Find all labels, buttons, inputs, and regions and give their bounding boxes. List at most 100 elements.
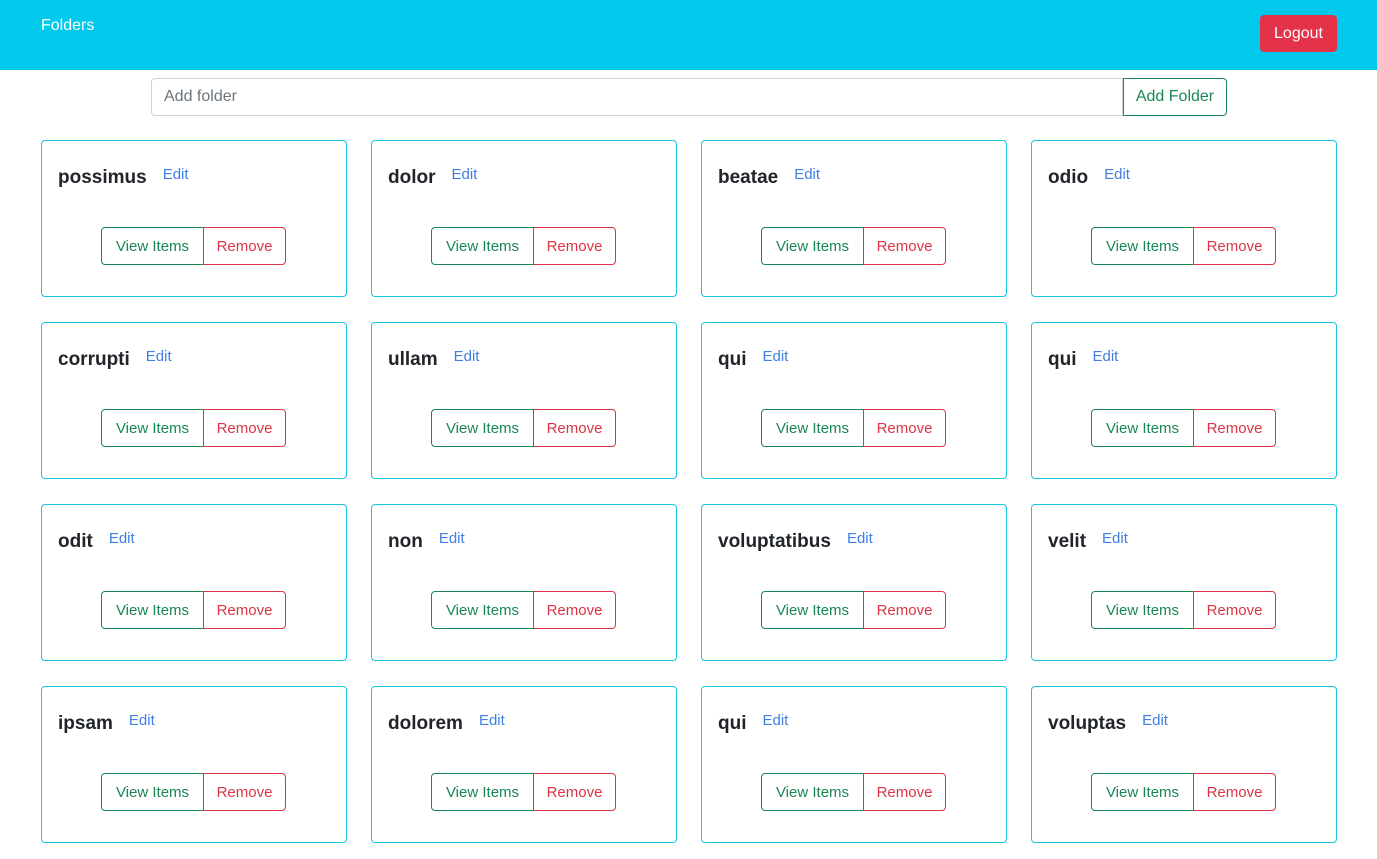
remove-folder-button[interactable]: Remove <box>863 591 946 629</box>
folder-name: qui <box>718 349 747 370</box>
folder-actions: View Items Remove <box>761 591 946 629</box>
folder-card: odio Edit View Items Remove <box>1031 140 1337 297</box>
brand-link[interactable]: Folders <box>41 16 94 36</box>
view-items-button[interactable]: View Items <box>431 227 534 265</box>
view-items-button[interactable]: View Items <box>761 773 864 811</box>
folder-card: voluptatibus Edit View Items Remove <box>701 504 1007 661</box>
folder-card: dolorem Edit View Items Remove <box>371 686 677 843</box>
edit-folder-link[interactable]: Edit <box>129 712 155 729</box>
folder-actions: View Items Remove <box>761 773 946 811</box>
folder-card: corrupti Edit View Items Remove <box>41 322 347 479</box>
folder-card-header: possimus Edit <box>58 166 189 189</box>
remove-folder-button[interactable]: Remove <box>533 773 616 811</box>
remove-folder-button[interactable]: Remove <box>533 227 616 265</box>
edit-folder-link[interactable]: Edit <box>1142 712 1168 729</box>
view-items-button[interactable]: View Items <box>101 227 204 265</box>
folder-card: voluptas Edit View Items Remove <box>1031 686 1337 843</box>
view-items-button[interactable]: View Items <box>101 409 204 447</box>
folder-card: velit Edit View Items Remove <box>1031 504 1337 661</box>
edit-folder-link[interactable]: Edit <box>1093 348 1119 365</box>
folder-card-header: qui Edit <box>1048 348 1119 371</box>
edit-folder-link[interactable]: Edit <box>146 348 172 365</box>
view-items-button[interactable]: View Items <box>101 773 204 811</box>
view-items-button[interactable]: View Items <box>1091 591 1194 629</box>
edit-folder-link[interactable]: Edit <box>763 348 789 365</box>
remove-folder-button[interactable]: Remove <box>203 591 286 629</box>
view-items-button[interactable]: View Items <box>761 409 864 447</box>
view-items-button[interactable]: View Items <box>431 773 534 811</box>
folder-name: possimus <box>58 167 147 188</box>
folder-card-header: odio Edit <box>1048 166 1130 189</box>
edit-folder-link[interactable]: Edit <box>109 530 135 547</box>
remove-folder-button[interactable]: Remove <box>863 409 946 447</box>
folder-name: odio <box>1048 167 1089 188</box>
edit-folder-link[interactable]: Edit <box>163 166 189 183</box>
folder-card-header: voluptatibus Edit <box>718 530 873 553</box>
folder-actions: View Items Remove <box>101 227 286 265</box>
view-items-button[interactable]: View Items <box>1091 409 1194 447</box>
view-items-button[interactable]: View Items <box>1091 227 1194 265</box>
view-items-button[interactable]: View Items <box>761 227 864 265</box>
view-items-button[interactable]: View Items <box>1091 773 1194 811</box>
folder-card-header: non Edit <box>388 530 465 553</box>
view-items-button[interactable]: View Items <box>101 591 204 629</box>
folder-card-header: ullam Edit <box>388 348 480 371</box>
folder-actions: View Items Remove <box>1091 591 1276 629</box>
folder-actions: View Items Remove <box>101 591 286 629</box>
folder-actions: View Items Remove <box>431 591 616 629</box>
view-items-button[interactable]: View Items <box>761 591 864 629</box>
edit-folder-link[interactable]: Edit <box>1104 166 1130 183</box>
folder-card: qui Edit View Items Remove <box>1031 322 1337 479</box>
view-items-button[interactable]: View Items <box>431 409 534 447</box>
folder-card: qui Edit View Items Remove <box>701 322 1007 479</box>
folder-card-header: qui Edit <box>718 348 789 371</box>
folder-name: ullam <box>388 349 438 370</box>
folder-card: qui Edit View Items Remove <box>701 686 1007 843</box>
folder-grid: possimus Edit View Items Remove dolor Edit Vie… <box>41 140 1337 843</box>
remove-folder-button[interactable]: Remove <box>1193 227 1276 265</box>
folder-card: possimus Edit View Items Remove <box>41 140 347 297</box>
edit-folder-link[interactable]: Edit <box>439 530 465 547</box>
folder-actions: View Items Remove <box>431 773 616 811</box>
edit-folder-link[interactable]: Edit <box>1102 530 1128 547</box>
folder-card-header: voluptas Edit <box>1048 712 1168 735</box>
folder-card: beatae Edit View Items Remove <box>701 140 1007 297</box>
remove-folder-button[interactable]: Remove <box>1193 591 1276 629</box>
remove-folder-button[interactable]: Remove <box>203 773 286 811</box>
remove-folder-button[interactable]: Remove <box>863 773 946 811</box>
folder-card: ipsam Edit View Items Remove <box>41 686 347 843</box>
remove-folder-button[interactable]: Remove <box>203 227 286 265</box>
folder-name: dolor <box>388 167 436 188</box>
edit-folder-link[interactable]: Edit <box>763 712 789 729</box>
remove-folder-button[interactable]: Remove <box>863 227 946 265</box>
remove-folder-button[interactable]: Remove <box>1193 409 1276 447</box>
folder-actions: View Items Remove <box>431 227 616 265</box>
edit-folder-link[interactable]: Edit <box>479 712 505 729</box>
remove-folder-button[interactable]: Remove <box>533 409 616 447</box>
folder-name: ipsam <box>58 713 113 734</box>
folder-name: dolorem <box>388 713 463 734</box>
folder-name: voluptatibus <box>718 531 831 552</box>
folder-name: velit <box>1048 531 1087 552</box>
folder-name: voluptas <box>1048 713 1127 734</box>
edit-folder-link[interactable]: Edit <box>452 166 478 183</box>
view-items-button[interactable]: View Items <box>431 591 534 629</box>
remove-folder-button[interactable]: Remove <box>1193 773 1276 811</box>
folder-actions: View Items Remove <box>1091 773 1276 811</box>
logout-button[interactable]: Logout <box>1260 15 1337 52</box>
remove-folder-button[interactable]: Remove <box>203 409 286 447</box>
folder-name: non <box>388 531 423 552</box>
edit-folder-link[interactable]: Edit <box>847 530 873 547</box>
folder-card: ullam Edit View Items Remove <box>371 322 677 479</box>
remove-folder-button[interactable]: Remove <box>533 591 616 629</box>
folder-card: odit Edit View Items Remove <box>41 504 347 661</box>
edit-folder-link[interactable]: Edit <box>794 166 820 183</box>
folder-name: corrupti <box>58 349 130 370</box>
folder-card-header: qui Edit <box>718 712 789 735</box>
add-folder-button[interactable]: Add Folder <box>1123 78 1227 116</box>
folder-name: odit <box>58 531 93 552</box>
edit-folder-link[interactable]: Edit <box>454 348 480 365</box>
add-folder-input[interactable] <box>151 78 1123 116</box>
folder-card-header: velit Edit <box>1048 530 1128 553</box>
folder-actions: View Items Remove <box>101 409 286 447</box>
